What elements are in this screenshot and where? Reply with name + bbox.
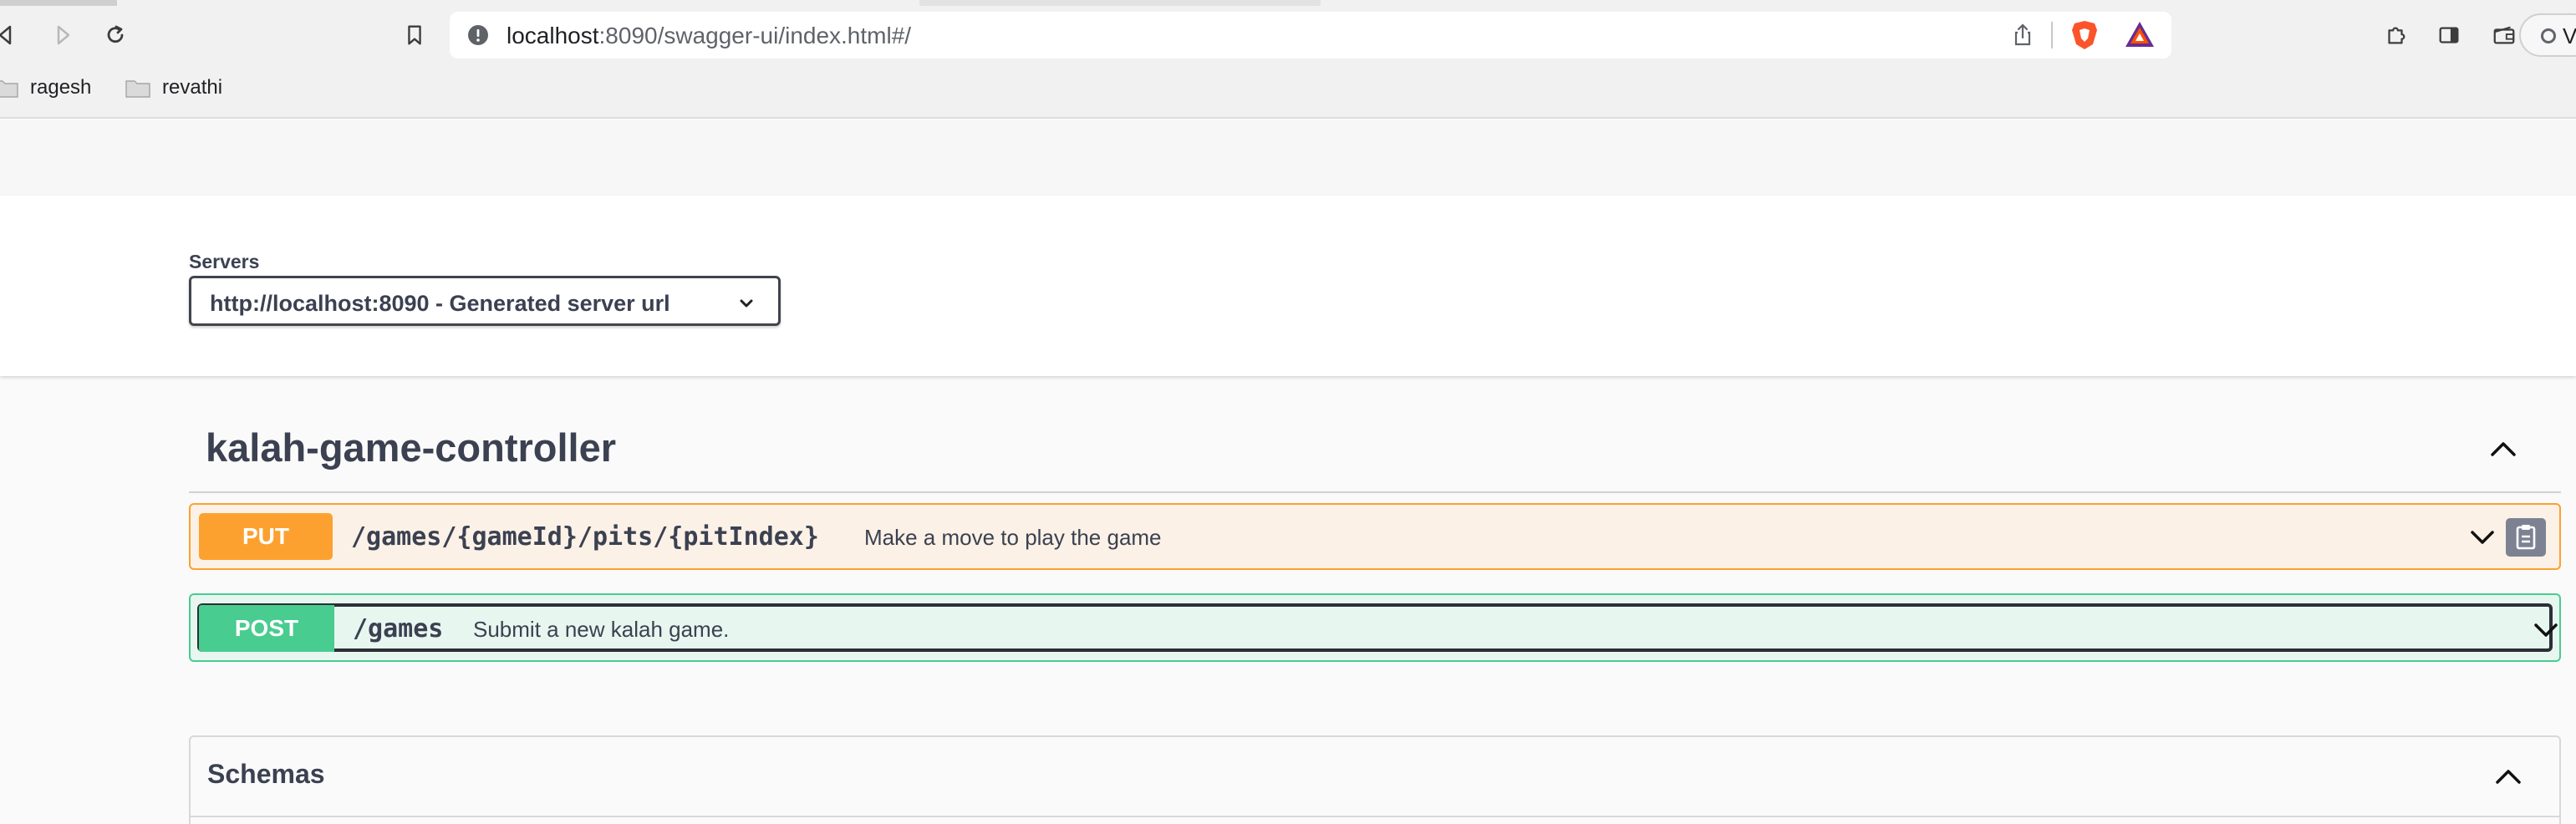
extensions-icon bbox=[2388, 27, 2405, 44]
bookmark-icon bbox=[408, 25, 421, 45]
copy-to-clipboard-button[interactable] bbox=[2506, 518, 2546, 557]
chevron-down-icon bbox=[740, 299, 753, 308]
brave-rewards-icon[interactable] bbox=[2123, 18, 2156, 52]
schemas-title[interactable]: Schemas bbox=[207, 759, 325, 790]
brave-shields-icon[interactable] bbox=[2068, 18, 2101, 52]
forward-icon bbox=[57, 25, 70, 45]
operation-path: /games/{gameId}/pits/{pitIndex} bbox=[351, 522, 819, 552]
back-button[interactable] bbox=[0, 18, 23, 52]
wallet-button[interactable] bbox=[2487, 18, 2521, 52]
operation-put-move[interactable]: PUT /games/{gameId}/pits/{pitIndex} Make… bbox=[189, 503, 2561, 570]
address-bar[interactable]: localhost:8090/swagger-ui/index.html#/ bbox=[450, 12, 2171, 58]
operation-summary: Submit a new kalah game. bbox=[473, 617, 730, 642]
url-text[interactable]: localhost:8090/swagger-ui/index.html#/ bbox=[507, 23, 911, 49]
profile-initial: V bbox=[2563, 23, 2576, 48]
folder-icon bbox=[125, 80, 150, 98]
tag-title[interactable]: kalah-game-controller bbox=[206, 425, 616, 470]
bookmark-folder-ragesh[interactable]: ragesh bbox=[0, 74, 91, 102]
tab-strip-edge bbox=[919, 0, 1321, 6]
page-top-spacer bbox=[0, 120, 2576, 196]
site-info-icon[interactable] bbox=[466, 23, 490, 47]
schemas-divider bbox=[191, 816, 2559, 817]
chevron-down-icon[interactable] bbox=[2466, 521, 2499, 553]
profile-button[interactable]: V bbox=[2519, 13, 2576, 57]
chevron-down-icon[interactable] bbox=[2529, 615, 2563, 645]
operation-summary-bar[interactable]: POST /games Submit a new kalah game. bbox=[197, 603, 2558, 652]
back-icon bbox=[0, 25, 12, 45]
extensions-button[interactable] bbox=[2379, 18, 2412, 52]
tag-divider bbox=[189, 491, 2561, 493]
operation-summary: Make a move to play the game bbox=[864, 525, 1162, 550]
chevron-up-icon[interactable] bbox=[2482, 430, 2524, 468]
share-icon[interactable] bbox=[2009, 22, 2036, 48]
copy-icon bbox=[2516, 525, 2536, 550]
servers-label: Servers bbox=[189, 251, 260, 272]
method-badge: PUT bbox=[199, 513, 333, 560]
reload-button[interactable] bbox=[99, 18, 132, 52]
profile-icon bbox=[2541, 28, 2556, 43]
url-host: localhost bbox=[507, 23, 599, 48]
bookmark-folder-revathi[interactable]: revathi bbox=[125, 74, 222, 102]
sidebar-icon bbox=[2439, 27, 2459, 43]
browser-chrome: localhost:8090/swagger-ui/index.html#/ V… bbox=[0, 0, 2576, 119]
method-badge: POST bbox=[199, 605, 334, 652]
reload-icon bbox=[107, 25, 124, 43]
bookmark-page-button[interactable] bbox=[398, 18, 431, 52]
address-divider bbox=[2051, 22, 2053, 48]
servers-selected-value: http://localhost:8090 - Generated server… bbox=[210, 291, 670, 316]
servers-select[interactable]: http://localhost:8090 - Generated server… bbox=[189, 276, 781, 326]
url-path: :8090/swagger-ui/index.html#/ bbox=[598, 23, 912, 48]
bookmark-label: ragesh bbox=[30, 76, 92, 99]
operation-post-games[interactable]: POST /games Submit a new kalah game. bbox=[189, 593, 2561, 662]
wallet-icon bbox=[2493, 26, 2515, 44]
schemas-section: Schemas bbox=[189, 735, 2561, 824]
chevron-up-icon[interactable] bbox=[2487, 757, 2529, 796]
folder-icon bbox=[0, 80, 18, 98]
servers-section: Servers http://localhost:8090 - Generate… bbox=[0, 196, 2576, 376]
tab-strip-edge bbox=[0, 0, 117, 6]
sidebar-button[interactable] bbox=[2432, 18, 2466, 52]
bookmark-label: revathi bbox=[162, 76, 223, 99]
forward-button[interactable] bbox=[45, 18, 79, 52]
operation-path: /games bbox=[353, 614, 444, 643]
